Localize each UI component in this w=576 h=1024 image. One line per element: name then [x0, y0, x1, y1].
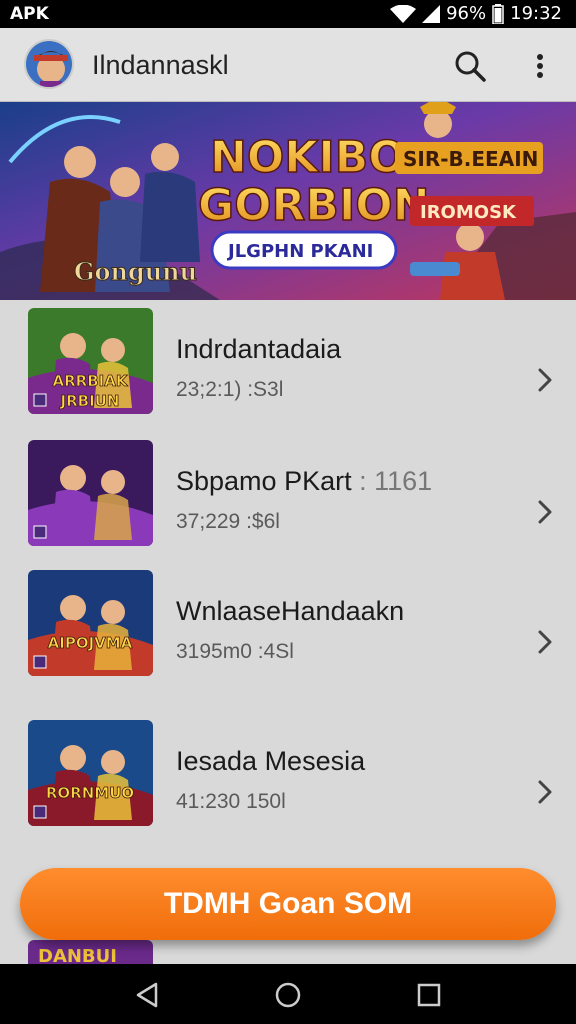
more-vertical-icon	[537, 54, 543, 78]
nav-home-button[interactable]	[273, 980, 303, 1010]
game-thumbnail[interactable]: RORNMUO	[28, 720, 153, 826]
chevron-right-icon[interactable]	[535, 366, 555, 394]
list-item[interactable]: Sbpamo PKart : 1161 37;229 :$6l	[0, 440, 576, 570]
peek-text: DANBUI	[38, 946, 117, 964]
system-nav-bar	[0, 964, 576, 1024]
app-title: Ilndannaskl	[92, 50, 229, 80]
nav-recents-button[interactable]	[414, 980, 444, 1010]
item-title: Sbpamo PKart : 1161	[176, 466, 433, 496]
item-subtitle: 37;229 :$6l	[176, 510, 280, 533]
banner-corner-text: Gongunu	[74, 257, 197, 286]
status-bar: APK 96% 19:32	[0, 0, 576, 28]
item-subtitle: 23;2:1) :S3l	[176, 378, 284, 401]
item-title: Indrdantadaia	[176, 334, 342, 364]
primary-cta-button[interactable]: TDMH Goan SOM	[20, 868, 556, 940]
overflow-menu-button[interactable]	[528, 48, 552, 84]
home-circle-icon	[275, 982, 301, 1008]
item-title-suffix: : 1161	[351, 466, 433, 496]
thumb-title-text: ARRBIAK	[53, 372, 129, 390]
avatar[interactable]	[24, 39, 74, 89]
item-title: Iesada Mesesia	[176, 746, 366, 776]
item-subtitle: 3195m0 :4Sl	[176, 640, 294, 663]
nav-back-button[interactable]	[132, 980, 162, 1010]
banner-headline-2: GORBION	[198, 180, 430, 231]
game-thumbnail[interactable]	[28, 440, 153, 546]
app-bar: Ilndannaskl	[0, 28, 576, 102]
chevron-right-icon[interactable]	[535, 628, 555, 656]
status-right: 96% 19:32	[390, 3, 562, 24]
list-item[interactable]: ARRBIAK JRBIUN Indrdantadaia 23;2:1) :S3l	[0, 308, 576, 438]
thumb-title-text: AIPOJVMA	[48, 634, 133, 652]
back-triangle-icon	[136, 982, 158, 1008]
item-subtitle: 41:230 150l	[176, 790, 286, 813]
banner-headline-1: NOKIBO	[210, 132, 406, 183]
search-button[interactable]	[452, 48, 488, 84]
list-item[interactable]: AIPOJVMA WnlaaseHandaakn 3195m0 :4Sl	[0, 570, 576, 700]
chevron-right-icon[interactable]	[535, 778, 555, 806]
banner-tag-top: SIR-B.EEAIN	[403, 147, 538, 171]
status-left-label: APK	[10, 4, 49, 24]
list-item-peek: DANBUI	[28, 940, 153, 964]
banner-tag-mid: IROMOSK	[420, 202, 517, 223]
recents-square-icon	[417, 983, 441, 1007]
signal-icon	[422, 4, 441, 23]
battery-icon	[492, 3, 504, 24]
item-title: WnlaaseHandaakn	[176, 596, 405, 626]
chevron-right-icon[interactable]	[535, 498, 555, 526]
game-thumbnail[interactable]: AIPOJVMA	[28, 570, 153, 676]
banner-pill: JLGPHN PKANI	[226, 241, 373, 262]
wifi-icon	[390, 4, 417, 23]
game-thumbnail[interactable]: ARRBIAK JRBIUN	[28, 308, 153, 414]
thumb-title-text: JRBIUN	[60, 392, 120, 410]
promo-banner[interactable]: NOKIBO GORBION SIR-B.EEAIN IROMOSK JLGPH…	[0, 102, 576, 300]
list-item[interactable]: RORNMUO Iesada Mesesia 41:230 150l	[0, 720, 576, 850]
thumb-title-text: RORNMUO	[46, 784, 134, 802]
clock: 19:32	[510, 3, 562, 24]
battery-percent: 96%	[446, 3, 487, 24]
search-icon	[455, 51, 486, 82]
